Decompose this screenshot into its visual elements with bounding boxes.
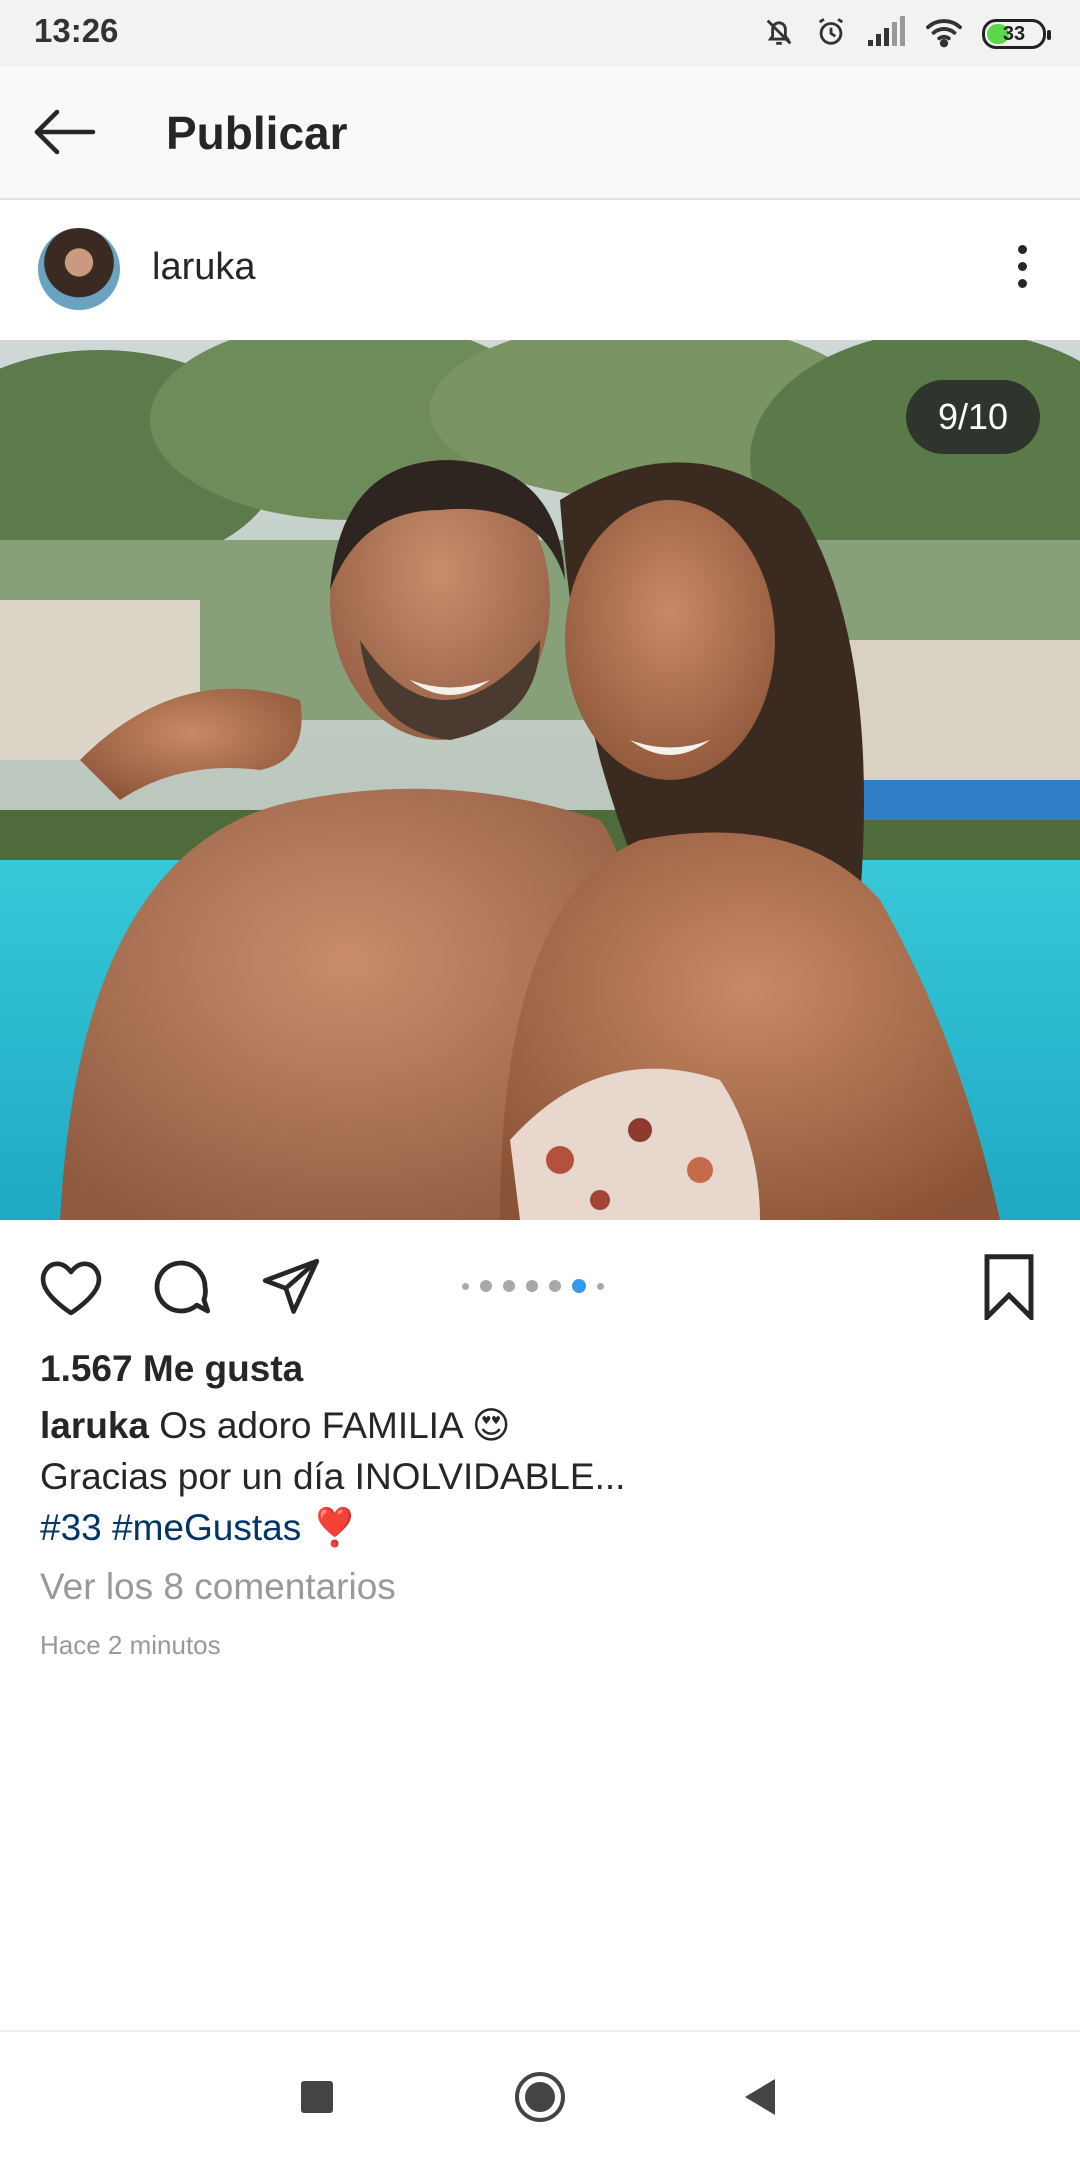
status-time: 13:26 <box>34 12 119 49</box>
share-button[interactable] <box>256 1252 326 1322</box>
back-triangle-icon <box>745 2079 775 2115</box>
hashtag-link[interactable]: #meGustas <box>112 1507 301 1548</box>
system-nav-bar <box>0 2030 1080 2162</box>
arrow-left-icon <box>34 109 96 155</box>
send-icon <box>262 1258 320 1314</box>
caption-text-1: Os adoro FAMILIA <box>159 1405 462 1446</box>
carousel-dot <box>503 1280 515 1292</box>
app-bar: Publicar <box>0 66 1080 200</box>
post-header: laruka <box>0 200 1080 341</box>
home-circle-icon <box>515 2072 565 2122</box>
heart-eyes-emoji: 😍 <box>471 1405 511 1446</box>
carousel-dot <box>597 1282 604 1290</box>
carousel-dot-active <box>572 1279 586 1293</box>
comment-button[interactable] <box>146 1252 216 1322</box>
post-username[interactable]: laruka <box>152 246 256 289</box>
page-title: Publicar <box>166 107 348 159</box>
bookmark-icon <box>984 1254 1034 1320</box>
heart-icon <box>40 1261 102 1316</box>
status-icons: 33 <box>762 14 1051 54</box>
vertical-dots-icon <box>1012 245 1032 288</box>
carousel-indicator <box>462 1279 604 1293</box>
carousel-dot <box>526 1280 538 1292</box>
mute-bell-icon <box>762 15 796 54</box>
post-photo[interactable] <box>0 340 1080 1220</box>
battery-icon: 33 <box>982 19 1051 49</box>
likes-count[interactable]: 1.567 Me gusta <box>40 1348 303 1390</box>
save-button[interactable] <box>974 1252 1044 1322</box>
alarm-icon <box>814 15 848 54</box>
post-timestamp: Hace 2 minutos <box>40 1630 221 1660</box>
signal-icon <box>866 15 906 53</box>
post-caption: laruka Os adoro FAMILIA 😍 Gracias por un… <box>40 1400 1040 1553</box>
comment-icon <box>154 1260 211 1314</box>
home-button[interactable] <box>505 2062 575 2132</box>
carousel-counter: 9/10 <box>906 380 1040 454</box>
like-button[interactable] <box>36 1252 106 1322</box>
post-actions <box>0 1220 1080 1340</box>
battery-level: 33 <box>1002 22 1026 45</box>
caption-line-3: #33 #meGustas ❣️ <box>40 1502 1040 1553</box>
wifi-icon <box>924 16 964 53</box>
caption-username[interactable]: laruka <box>40 1405 149 1446</box>
photo-illustration <box>0 340 1080 1220</box>
recents-button[interactable] <box>282 2062 352 2132</box>
back-button[interactable] <box>26 96 102 168</box>
status-bar: 13:26 33 <box>0 0 1080 66</box>
carousel-dot <box>549 1280 561 1292</box>
hashtag-link[interactable]: #33 <box>40 1507 102 1548</box>
caption-line-1: laruka Os adoro FAMILIA 😍 <box>40 1400 1040 1451</box>
carousel-dot <box>480 1280 492 1292</box>
caption-line-2: Gracias por un día INOLVIDABLE... <box>40 1456 626 1497</box>
avatar[interactable] <box>38 228 120 310</box>
carousel-dot <box>462 1282 469 1290</box>
back-nav-button[interactable] <box>725 2062 795 2132</box>
view-comments-link[interactable]: Ver los 8 comentarios <box>40 1566 396 1608</box>
heart-exclamation-emoji: ❣️ <box>311 1507 358 1548</box>
recents-square-icon <box>301 2081 333 2113</box>
more-options-button[interactable] <box>1012 240 1032 300</box>
